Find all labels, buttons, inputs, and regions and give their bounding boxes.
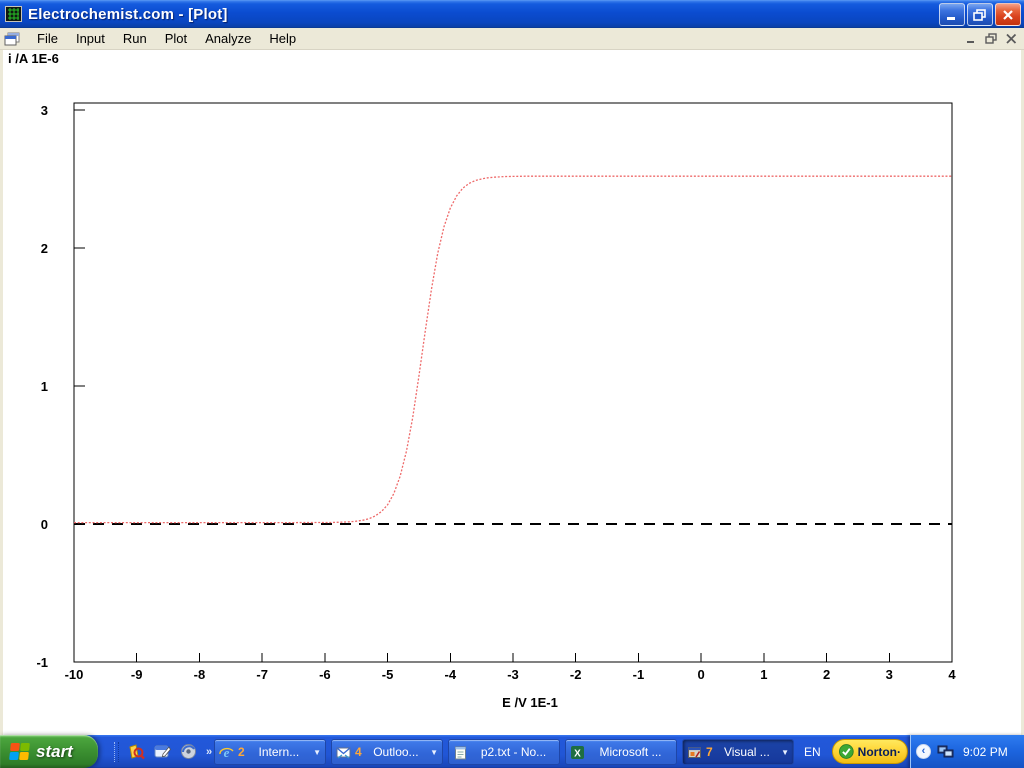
plot-frame bbox=[74, 103, 952, 662]
task-button-group: e2 Intern... ▼ 4 Outloo... ▼ p2.txt - No... X Mi… bbox=[214, 739, 794, 765]
x-tick-label: -9 bbox=[131, 667, 143, 682]
task-label: Microsoft ... bbox=[589, 745, 672, 759]
internet-explorer-icon: e bbox=[219, 745, 234, 760]
menu-item-file[interactable]: File bbox=[28, 29, 67, 48]
child-restore-button[interactable] bbox=[983, 31, 1000, 46]
norton-label: Norton· bbox=[858, 745, 901, 759]
compose-message-icon[interactable] bbox=[154, 743, 171, 760]
svg-text:X: X bbox=[574, 748, 581, 759]
x-tick-label: -5 bbox=[382, 667, 394, 682]
taskbar-clock[interactable]: 9:02 PM bbox=[963, 745, 1008, 759]
x-tick-label: 1 bbox=[760, 667, 767, 682]
y-tick-label: 3 bbox=[41, 103, 48, 118]
task-label: Intern... bbox=[249, 745, 309, 759]
language-indicator[interactable]: EN bbox=[800, 735, 825, 768]
restore-button[interactable] bbox=[967, 3, 993, 26]
task-window-count: 2 bbox=[238, 745, 245, 759]
media-player-icon[interactable] bbox=[180, 743, 197, 760]
plot-grid-icon bbox=[5, 6, 22, 22]
tray-collapse-chevron[interactable]: ‹ bbox=[916, 744, 931, 759]
outlook-express-icon bbox=[336, 745, 351, 760]
x-tick-label: -4 bbox=[445, 667, 457, 682]
excel-icon: X bbox=[570, 745, 585, 760]
x-tick-label: -6 bbox=[319, 667, 331, 682]
windows-flag-icon bbox=[8, 742, 30, 762]
system-tray: ‹ 9:02 PM bbox=[910, 735, 1024, 768]
taskbar-task-visual-basic[interactable]: 7 Visual ... ▼ bbox=[682, 739, 794, 765]
norton-tray-pill[interactable]: Norton· bbox=[832, 739, 908, 764]
taskbar-task-excel[interactable]: X Microsoft ... bbox=[565, 739, 677, 765]
task-group-chevron-icon: ▼ bbox=[781, 748, 789, 757]
quick-launch-overflow-chevron[interactable]: » bbox=[206, 746, 211, 758]
minimize-icon bbox=[965, 33, 978, 44]
title-bar: Electrochemist.com - [Plot] bbox=[0, 0, 1024, 28]
task-label: Visual ... bbox=[717, 745, 777, 759]
notepad-icon bbox=[453, 745, 468, 760]
x-tick-label: -2 bbox=[570, 667, 582, 682]
menu-bar: File Input Run Plot Analyze Help bbox=[0, 28, 1024, 50]
task-group-chevron-icon: ▼ bbox=[430, 748, 438, 757]
series-steady-state-voltammogram bbox=[74, 176, 952, 522]
x-tick-label: 3 bbox=[886, 667, 893, 682]
start-button[interactable]: start bbox=[0, 735, 98, 768]
plot-canvas: -10-9-8-7-6-5-4-3-2-101234-10123E /V 1E-… bbox=[0, 50, 1024, 735]
quick-launch-handle[interactable] bbox=[114, 742, 119, 762]
restore-icon bbox=[985, 33, 998, 44]
y-tick-label: 1 bbox=[41, 379, 48, 394]
task-window-count: 7 bbox=[706, 745, 713, 759]
y-tick-label: -1 bbox=[36, 655, 48, 670]
x-tick-label: -3 bbox=[507, 667, 519, 682]
close-icon bbox=[1005, 33, 1018, 44]
menu-item-run[interactable]: Run bbox=[114, 29, 156, 48]
x-axis-title: E /V 1E-1 bbox=[502, 695, 558, 710]
close-button[interactable] bbox=[995, 3, 1021, 26]
x-tick-label: 2 bbox=[823, 667, 830, 682]
menu-item-plot[interactable]: Plot bbox=[156, 29, 196, 48]
visual-basic-icon bbox=[687, 745, 702, 760]
x-tick-label: -1 bbox=[633, 667, 645, 682]
child-close-button[interactable] bbox=[1003, 31, 1020, 46]
menu-item-help[interactable]: Help bbox=[260, 29, 305, 48]
x-tick-label: -10 bbox=[65, 667, 84, 682]
x-tick-label: 0 bbox=[698, 667, 705, 682]
taskbar-task-internet-explorer[interactable]: e2 Intern... ▼ bbox=[214, 739, 326, 765]
x-tick-label: -8 bbox=[194, 667, 206, 682]
start-label: start bbox=[36, 742, 73, 762]
child-window-icon bbox=[4, 32, 20, 46]
window-title: Electrochemist.com - [Plot] bbox=[28, 6, 228, 23]
menu-item-input[interactable]: Input bbox=[67, 29, 114, 48]
y-tick-label: 0 bbox=[41, 517, 48, 532]
svg-text:e: e bbox=[224, 745, 230, 760]
task-label: Outloo... bbox=[366, 745, 426, 759]
taskbar-task-outlook-express[interactable]: 4 Outloo... ▼ bbox=[331, 739, 443, 765]
menu-item-analyze[interactable]: Analyze bbox=[196, 29, 260, 48]
network-status-icon[interactable] bbox=[937, 744, 955, 760]
task-label: p2.txt - No... bbox=[472, 745, 555, 759]
taskbar-task-notepad[interactable]: p2.txt - No... bbox=[448, 739, 560, 765]
x-tick-label: -7 bbox=[256, 667, 268, 682]
close-icon bbox=[1001, 9, 1015, 21]
quick-launch-area: » bbox=[106, 735, 211, 768]
norton-check-icon bbox=[839, 743, 854, 760]
minimize-icon bbox=[945, 9, 959, 21]
taskbar: start » e2 Intern... ▼ 4 Outloo... ▼ p2.txt - … bbox=[0, 735, 1024, 768]
child-minimize-button[interactable] bbox=[963, 31, 980, 46]
x-tick-label: 4 bbox=[948, 667, 956, 682]
task-window-count: 4 bbox=[355, 745, 362, 759]
task-group-chevron-icon: ▼ bbox=[313, 748, 321, 757]
minimize-button[interactable] bbox=[939, 3, 965, 26]
y-tick-label: 2 bbox=[41, 241, 48, 256]
restore-icon bbox=[973, 9, 987, 21]
magnifier-app-icon[interactable] bbox=[128, 743, 145, 760]
